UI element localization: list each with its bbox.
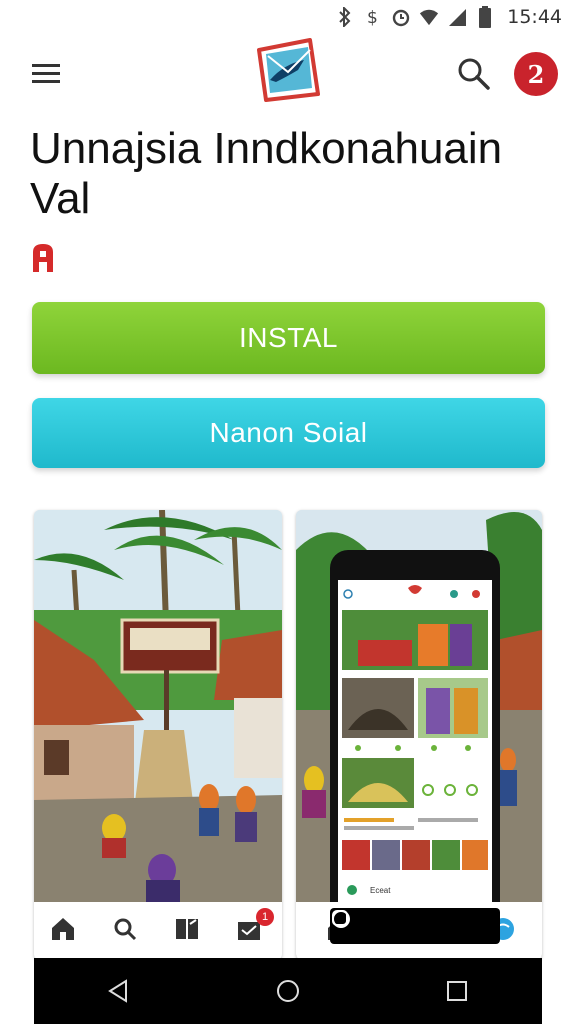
screenshot-2[interactable]: Eceat (296, 510, 542, 960)
village-scene-image (34, 510, 282, 902)
phone-screen: Eceat (338, 580, 492, 915)
avatar[interactable]: 2 (514, 52, 558, 96)
install-button[interactable]: INSTAL (32, 302, 545, 374)
phone-caption: Eceat (370, 886, 391, 895)
system-nav-bar (34, 958, 542, 1024)
svg-text:$: $ (367, 8, 378, 27)
app-title: Unnajsia Inndkonahuain Val (30, 124, 503, 223)
phone-mockup: Eceat (330, 550, 500, 945)
app-logo (254, 38, 322, 102)
notification-badge: 1 (256, 908, 274, 926)
bluetooth-icon (335, 7, 355, 27)
search-icon[interactable] (452, 52, 496, 96)
age-rating-badge (30, 242, 56, 274)
search-icon[interactable] (112, 916, 142, 946)
app-bar: 2 (0, 38, 576, 108)
phone-nav-bar (330, 908, 500, 944)
signal-icon (447, 7, 467, 27)
status-time: 15:44 (507, 6, 562, 28)
recents-square-icon[interactable] (437, 971, 477, 1011)
home-circle-icon[interactable] (268, 971, 308, 1011)
status-bar: $ 15:44 (0, 0, 576, 34)
inbox-icon[interactable]: 1 (236, 908, 274, 946)
hamburger-menu-icon[interactable] (30, 56, 66, 92)
battery-icon (475, 6, 495, 28)
back-triangle-icon[interactable] (99, 971, 139, 1011)
phone-app-preview-image (338, 580, 492, 915)
alarm-icon (391, 7, 411, 27)
dollar-icon: $ (363, 7, 383, 27)
wifi-icon (419, 7, 439, 27)
home-icon[interactable] (50, 916, 80, 946)
secondary-button[interactable]: Nanon Soial (32, 398, 545, 468)
book-icon[interactable] (174, 916, 204, 946)
screenshot-1[interactable]: 1 (34, 510, 282, 960)
screenshot-1-nav-bar: 1 (34, 902, 282, 960)
